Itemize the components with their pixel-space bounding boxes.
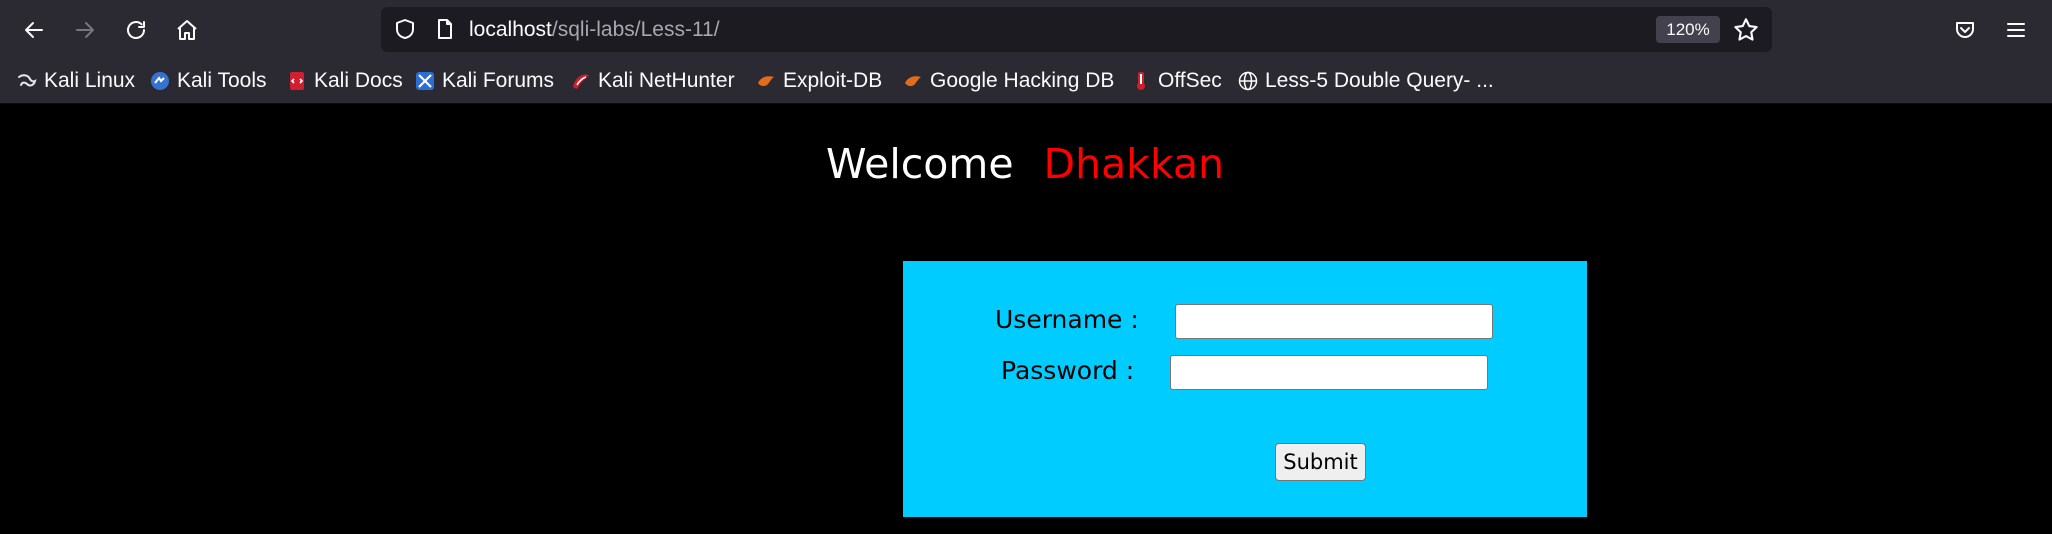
bookmark-kali-docs[interactable]: Kali Docs [287, 59, 403, 103]
back-button[interactable] [14, 10, 54, 50]
url-text[interactable]: localhost/sqli-labs/Less-11/ [469, 7, 720, 52]
home-icon [177, 20, 197, 40]
arrow-left-icon [25, 22, 43, 38]
username-label: Username : [995, 305, 1139, 334]
arrow-right-icon [76, 22, 94, 38]
tracking-shield-icon[interactable] [393, 17, 417, 41]
password-label: Password : [1001, 356, 1135, 385]
reload-button[interactable] [116, 10, 156, 50]
exploit-db-icon [758, 76, 774, 87]
offsec-icon [1137, 72, 1145, 90]
pocket-icon [1956, 22, 1974, 38]
bookmark-label: Kali Tools [177, 69, 267, 92]
bookmark-offsec[interactable]: OffSec [1131, 59, 1222, 103]
browser-toolbar: localhost/sqli-labs/Less-11/ 120% [0, 0, 2052, 59]
submit-button[interactable]: Submit [1275, 443, 1366, 481]
bookmark-google-hacking-db[interactable]: Google Hacking DB [903, 59, 1114, 103]
kali-docs-icon [290, 72, 304, 90]
bookmark-label: Kali Linux [44, 69, 136, 92]
bookmark-kali-nethunter[interactable]: Kali NetHunter [571, 59, 735, 103]
bookmark-label: Kali NetHunter [598, 69, 735, 92]
bookmark-kali-forums[interactable]: Kali Forums [415, 59, 554, 103]
login-form: Username : Password : Submit [903, 261, 1587, 517]
bookmark-label: Less-5 Double Query- ... [1265, 69, 1494, 92]
address-bar[interactable]: localhost/sqli-labs/Less-11/ 120% [381, 7, 1772, 52]
url-path: /sqli-labs/Less-11/ [551, 18, 720, 41]
reload-icon [127, 21, 145, 39]
welcome-name: Dhakkan [1043, 140, 1225, 188]
bookmark-label: OffSec [1158, 69, 1222, 92]
bookmark-label: Kali Docs [314, 69, 403, 92]
page-info-icon[interactable] [433, 17, 457, 41]
welcome-heading: Welcome Dhakkan [826, 140, 1224, 188]
hamburger-menu-icon [2007, 23, 2025, 37]
kali-forums-icon [416, 72, 434, 90]
kali-tools-icon [151, 72, 169, 90]
kali-dragon-icon [18, 74, 37, 87]
bookmark-label: Exploit-DB [783, 69, 883, 92]
zoom-level-button[interactable]: 120% [1656, 16, 1720, 43]
bookmark-exploit-db[interactable]: Exploit-DB [756, 59, 882, 103]
password-input[interactable] [1170, 355, 1488, 390]
bookmark-label: Kali Forums [442, 69, 555, 92]
kali-nethunter-icon [573, 74, 589, 89]
bookmark-less5[interactable]: Less-5 Double Query- ... [1238, 59, 1494, 103]
menu-button[interactable] [1996, 10, 2036, 50]
forward-button[interactable] [65, 10, 105, 50]
bookmarks-toolbar: Kali Linux Kali Tools Kali Docs Kali For… [0, 59, 2052, 104]
welcome-text: Welcome [826, 140, 1014, 188]
bookmark-star-icon[interactable] [1732, 16, 1760, 44]
bookmark-kali-linux[interactable]: Kali Linux [17, 59, 135, 103]
ghdb-icon [905, 76, 921, 87]
username-input[interactable] [1175, 304, 1493, 339]
url-host: localhost [469, 18, 552, 41]
home-button[interactable] [167, 10, 207, 50]
globe-icon [1238, 71, 1258, 91]
bookmark-kali-tools[interactable]: Kali Tools [150, 59, 267, 103]
bookmark-label: Google Hacking DB [930, 69, 1115, 92]
pocket-button[interactable] [1945, 10, 1985, 50]
